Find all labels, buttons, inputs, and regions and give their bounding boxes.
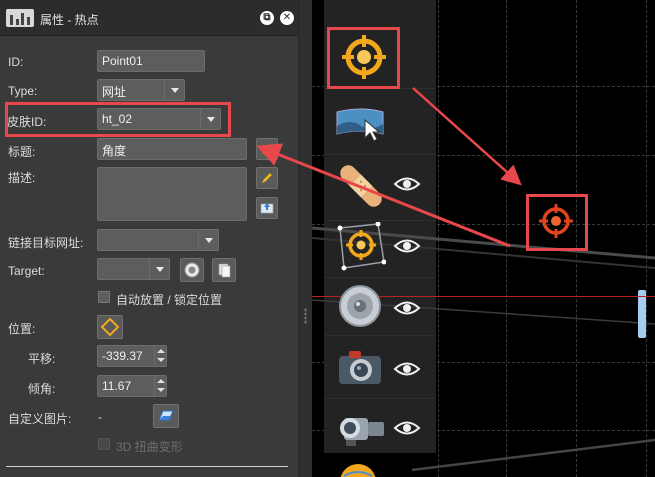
annotation-arrows xyxy=(256,87,522,248)
